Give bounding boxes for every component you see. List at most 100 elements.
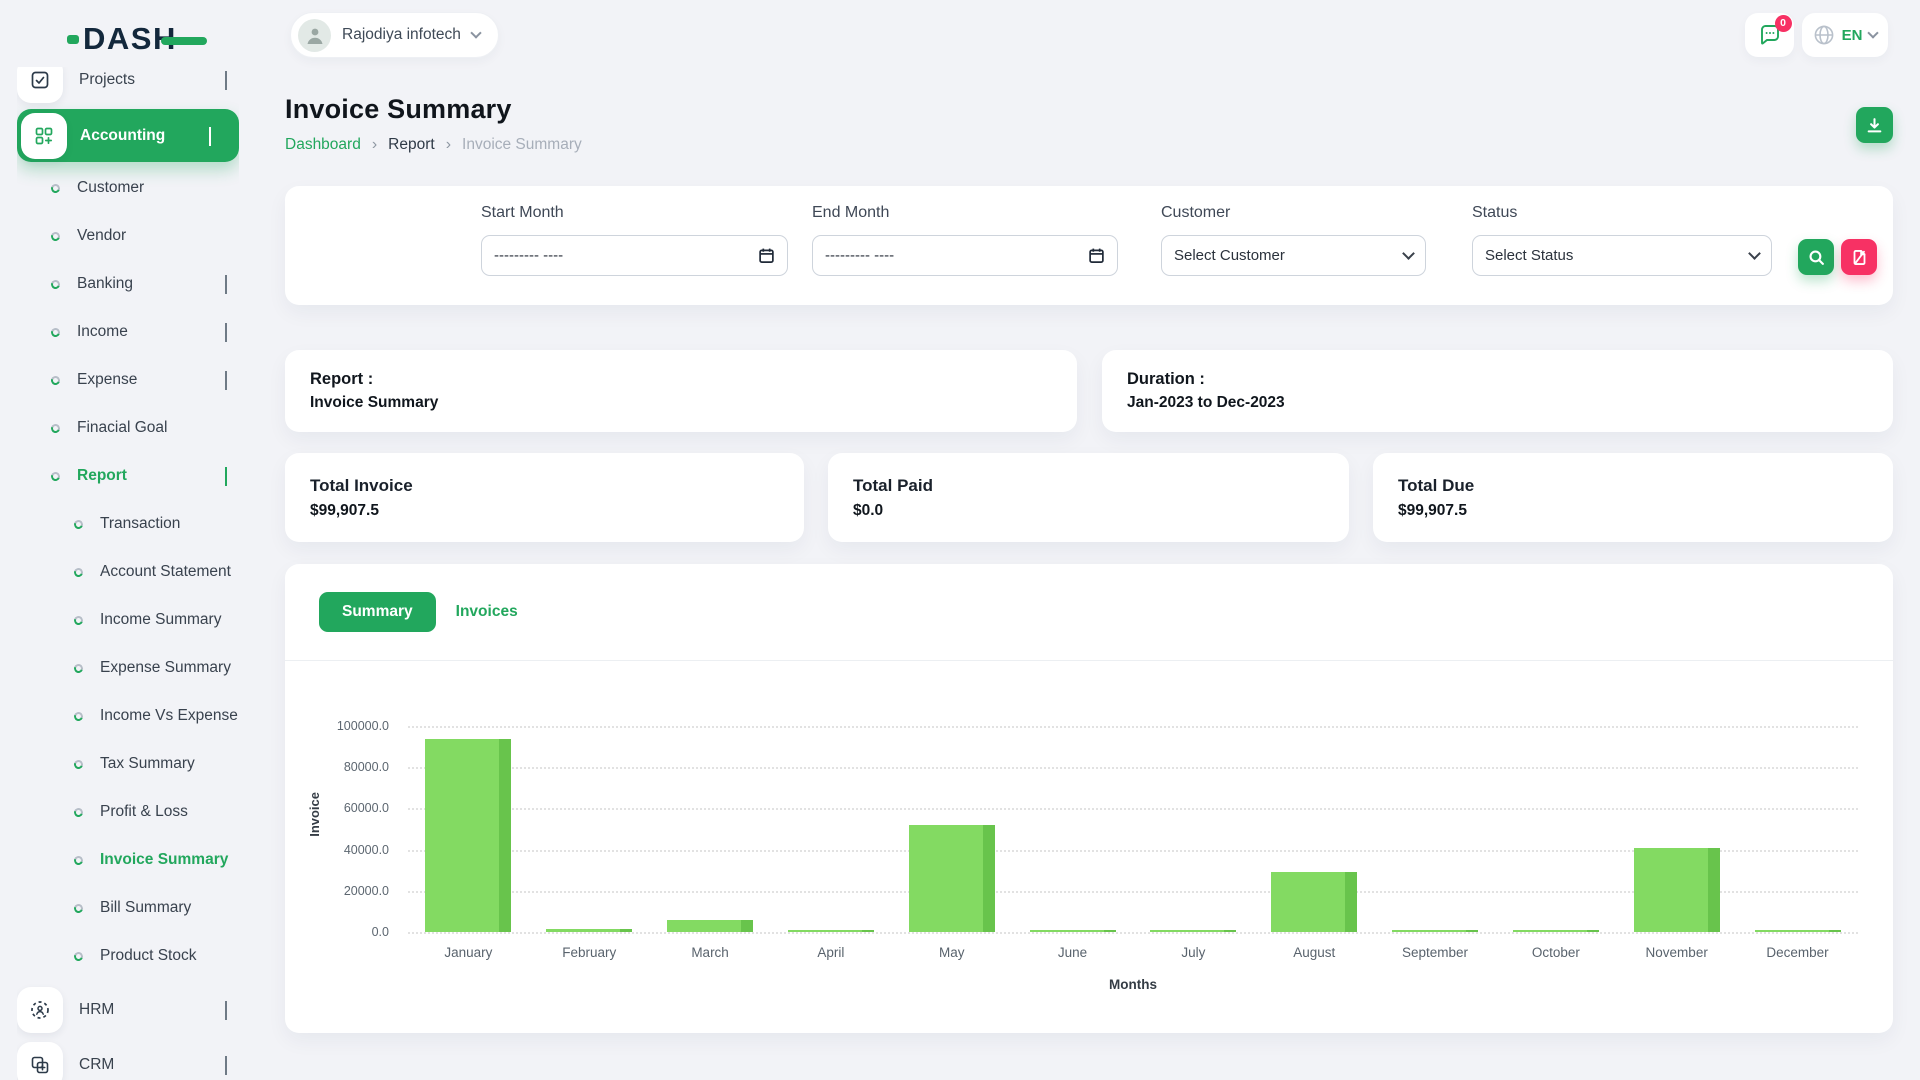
sidebar-item-label: Tax Summary <box>100 755 195 773</box>
sidebar-item-profit-loss[interactable]: Profit & Loss <box>17 788 239 836</box>
bullet-icon <box>73 710 85 722</box>
sidebar-item-tax-summary[interactable]: Tax Summary <box>17 740 239 788</box>
report-info-card: Report : Invoice Summary <box>285 350 1077 432</box>
bar-slot-september <box>1375 726 1496 932</box>
apply-filter-button[interactable] <box>1798 239 1834 275</box>
sidebar-item-vendor[interactable]: Vendor <box>17 212 239 260</box>
sidebar-item-label: Income Summary <box>100 611 221 629</box>
bar-may <box>909 825 995 932</box>
bar-slot-december <box>1737 726 1858 932</box>
bullet-icon <box>73 854 85 866</box>
total-paid-card: Total Paid $0.0 <box>828 453 1349 542</box>
sidebar: Projects Accounting Customer Vendor Bank… <box>17 67 239 1080</box>
sidebar-item-hrm[interactable]: HRM <box>17 984 239 1036</box>
sidebar-item-label: Product Stock <box>100 947 197 965</box>
bullet-icon <box>50 470 62 482</box>
x-tick-label: March <box>650 945 771 960</box>
sidebar-item-income-summary[interactable]: Income Summary <box>17 596 239 644</box>
sidebar-item-label: Transaction <box>100 515 180 533</box>
bar-january <box>425 739 511 932</box>
download-report-button[interactable] <box>1856 107 1893 143</box>
sidebar-item-label: Expense Summary <box>100 659 231 677</box>
breadcrumb-report[interactable]: Report <box>388 136 435 154</box>
tab-summary[interactable]: Summary <box>319 592 436 632</box>
calendar-icon <box>758 247 775 264</box>
avatar <box>298 19 331 52</box>
sidebar-item-crm[interactable]: CRM <box>17 1039 239 1080</box>
sidebar-item-label: Profit & Loss <box>100 803 188 821</box>
start-month-input[interactable]: --------- ---- <box>481 235 788 276</box>
sidebar-item-label: Income Vs Expense <box>100 707 238 725</box>
sidebar-item-label: Banking <box>77 275 133 293</box>
x-tick-label: May <box>891 945 1012 960</box>
report-value: Invoice Summary <box>310 394 1077 412</box>
divider <box>285 660 1893 661</box>
sidebar-item-label: Bill Summary <box>100 899 191 917</box>
bar-july <box>1150 930 1236 933</box>
sidebar-item-customer[interactable]: Customer <box>17 164 239 212</box>
sidebar-item-expense[interactable]: Expense <box>17 356 239 404</box>
bar-slot-may <box>891 726 1012 932</box>
sidebar-item-bill-summary[interactable]: Bill Summary <box>17 884 239 932</box>
bar-slot-august <box>1254 726 1375 932</box>
tab-invoices[interactable]: Invoices <box>456 603 518 621</box>
workspace-name: Rajodiya infotech <box>342 26 461 44</box>
sidebar-item-label: Finacial Goal <box>77 419 167 437</box>
end-month-value: --------- ---- <box>825 247 894 264</box>
calendar-icon <box>1088 247 1105 264</box>
reset-filter-button[interactable] <box>1841 239 1877 275</box>
bar-slot-june <box>1012 726 1133 932</box>
y-tick-label: 100000.0 <box>337 719 389 733</box>
bar-slot-july <box>1133 726 1254 932</box>
chart-x-labels: JanuaryFebruaryMarchAprilMayJuneJulyAugu… <box>408 945 1858 960</box>
workspace-switcher[interactable]: Rajodiya infotech <box>290 12 499 58</box>
logo-accent-dot <box>67 35 79 44</box>
total-invoice-value: $99,907.5 <box>310 502 804 520</box>
sidebar-item-product-stock[interactable]: Product Stock <box>17 932 239 980</box>
sidebar-item-report[interactable]: Report <box>17 452 239 500</box>
language-selector[interactable]: EN <box>1802 13 1888 57</box>
bar-september <box>1392 930 1478 933</box>
bullet-icon <box>50 230 62 242</box>
sidebar-item-accounting[interactable]: Accounting <box>17 109 239 162</box>
customer-select-value: Select Customer <box>1174 247 1285 264</box>
sidebar-item-label: Account Statement <box>100 563 231 581</box>
sidebar-item-invoice-summary[interactable]: Invoice Summary <box>17 836 239 884</box>
sidebar-item-label: Projects <box>79 71 135 89</box>
status-label: Status <box>1472 204 1772 222</box>
y-tick-label: 60000.0 <box>344 801 389 815</box>
customer-select[interactable]: Select Customer <box>1161 235 1426 276</box>
y-tick-label: 40000.0 <box>344 843 389 857</box>
bullet-icon <box>73 566 85 578</box>
bar-october <box>1513 930 1599 933</box>
sidebar-item-projects[interactable]: Projects <box>17 67 239 104</box>
end-month-label: End Month <box>812 204 1118 222</box>
status-select[interactable]: Select Status <box>1472 235 1772 276</box>
crm-icon <box>17 1042 63 1080</box>
start-month-label: Start Month <box>481 204 788 222</box>
end-month-input[interactable]: --------- ---- <box>812 235 1118 276</box>
sidebar-item-banking[interactable]: Banking <box>17 260 239 308</box>
sidebar-item-income-vs-expense[interactable]: Income Vs Expense <box>17 692 239 740</box>
sidebar-item-finacial-goal[interactable]: Finacial Goal <box>17 404 239 452</box>
sidebar-item-transaction[interactable]: Transaction <box>17 500 239 548</box>
chart-plot <box>408 726 1858 932</box>
total-invoice-card: Total Invoice $99,907.5 <box>285 453 804 542</box>
sidebar-item-expense-summary[interactable]: Expense Summary <box>17 644 239 692</box>
x-tick-label: October <box>1495 945 1616 960</box>
sidebar-item-account-statement[interactable]: Account Statement <box>17 548 239 596</box>
breadcrumb-dashboard[interactable]: Dashboard <box>285 136 361 154</box>
duration-value: Jan-2023 to Dec-2023 <box>1127 394 1893 412</box>
bullet-icon <box>73 518 85 530</box>
bullet-icon <box>73 614 85 626</box>
messages-button[interactable]: 0 <box>1745 13 1794 57</box>
sidebar-item-income[interactable]: Income <box>17 308 239 356</box>
bullet-icon <box>50 278 62 290</box>
search-icon <box>1808 249 1825 266</box>
total-paid-value: $0.0 <box>853 502 1349 520</box>
chart-x-axis-title: Months <box>408 977 1858 992</box>
total-due-value: $99,907.5 <box>1398 502 1893 520</box>
sidebar-item-label: Customer <box>77 179 144 197</box>
reset-icon <box>1851 249 1868 266</box>
report-label: Report : <box>310 370 1077 389</box>
